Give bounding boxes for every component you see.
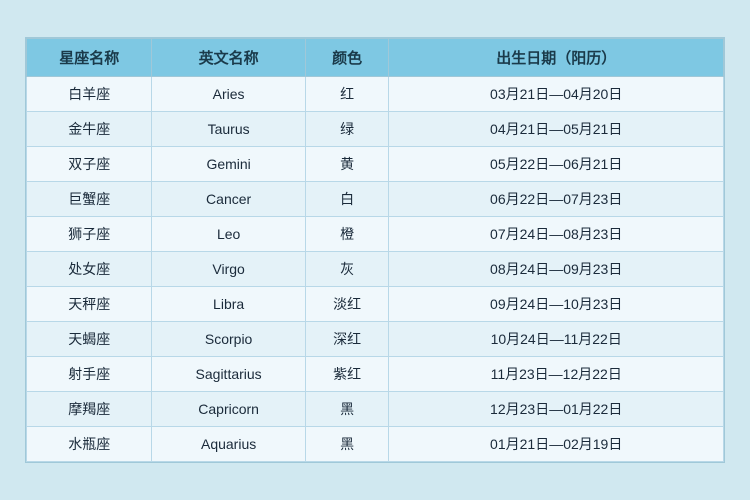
- cell-color: 淡红: [305, 287, 389, 322]
- header-chinese: 星座名称: [27, 39, 152, 77]
- cell-chinese: 摩羯座: [27, 392, 152, 427]
- table-row: 双子座Gemini黄05月22日—06月21日: [27, 147, 724, 182]
- cell-color: 红: [305, 77, 389, 112]
- cell-chinese: 水瓶座: [27, 427, 152, 462]
- table-row: 巨蟹座Cancer白06月22日—07月23日: [27, 182, 724, 217]
- cell-chinese: 射手座: [27, 357, 152, 392]
- cell-date: 08月24日—09月23日: [389, 252, 724, 287]
- cell-color: 紫红: [305, 357, 389, 392]
- cell-color: 橙: [305, 217, 389, 252]
- table-row: 天蝎座Scorpio深红10月24日—11月22日: [27, 322, 724, 357]
- cell-color: 黑: [305, 392, 389, 427]
- cell-date: 12月23日—01月22日: [389, 392, 724, 427]
- zodiac-table-container: 星座名称 英文名称 颜色 出生日期（阳历） 白羊座Aries红03月21日—04…: [25, 37, 725, 463]
- table-body: 白羊座Aries红03月21日—04月20日金牛座Taurus绿04月21日—0…: [27, 77, 724, 462]
- cell-english: Aquarius: [152, 427, 305, 462]
- cell-color: 深红: [305, 322, 389, 357]
- cell-chinese: 狮子座: [27, 217, 152, 252]
- cell-chinese: 处女座: [27, 252, 152, 287]
- cell-chinese: 白羊座: [27, 77, 152, 112]
- cell-date: 11月23日—12月22日: [389, 357, 724, 392]
- table-header-row: 星座名称 英文名称 颜色 出生日期（阳历）: [27, 39, 724, 77]
- cell-english: Virgo: [152, 252, 305, 287]
- table-row: 金牛座Taurus绿04月21日—05月21日: [27, 112, 724, 147]
- cell-date: 09月24日—10月23日: [389, 287, 724, 322]
- cell-english: Aries: [152, 77, 305, 112]
- zodiac-table: 星座名称 英文名称 颜色 出生日期（阳历） 白羊座Aries红03月21日—04…: [26, 38, 724, 462]
- cell-english: Libra: [152, 287, 305, 322]
- cell-english: Leo: [152, 217, 305, 252]
- cell-english: Taurus: [152, 112, 305, 147]
- cell-english: Scorpio: [152, 322, 305, 357]
- cell-chinese: 天蝎座: [27, 322, 152, 357]
- cell-date: 03月21日—04月20日: [389, 77, 724, 112]
- cell-date: 06月22日—07月23日: [389, 182, 724, 217]
- cell-english: Capricorn: [152, 392, 305, 427]
- cell-english: Gemini: [152, 147, 305, 182]
- cell-color: 绿: [305, 112, 389, 147]
- cell-chinese: 金牛座: [27, 112, 152, 147]
- cell-chinese: 巨蟹座: [27, 182, 152, 217]
- cell-date: 05月22日—06月21日: [389, 147, 724, 182]
- cell-chinese: 双子座: [27, 147, 152, 182]
- table-row: 狮子座Leo橙07月24日—08月23日: [27, 217, 724, 252]
- cell-color: 黄: [305, 147, 389, 182]
- table-row: 水瓶座Aquarius黑01月21日—02月19日: [27, 427, 724, 462]
- cell-date: 01月21日—02月19日: [389, 427, 724, 462]
- table-row: 处女座Virgo灰08月24日—09月23日: [27, 252, 724, 287]
- cell-date: 04月21日—05月21日: [389, 112, 724, 147]
- table-row: 摩羯座Capricorn黑12月23日—01月22日: [27, 392, 724, 427]
- cell-date: 10月24日—11月22日: [389, 322, 724, 357]
- cell-color: 灰: [305, 252, 389, 287]
- cell-color: 黑: [305, 427, 389, 462]
- header-date: 出生日期（阳历）: [389, 39, 724, 77]
- cell-english: Sagittarius: [152, 357, 305, 392]
- cell-chinese: 天秤座: [27, 287, 152, 322]
- table-row: 白羊座Aries红03月21日—04月20日: [27, 77, 724, 112]
- cell-date: 07月24日—08月23日: [389, 217, 724, 252]
- header-color: 颜色: [305, 39, 389, 77]
- cell-english: Cancer: [152, 182, 305, 217]
- table-row: 射手座Sagittarius紫红11月23日—12月22日: [27, 357, 724, 392]
- header-english: 英文名称: [152, 39, 305, 77]
- cell-color: 白: [305, 182, 389, 217]
- table-row: 天秤座Libra淡红09月24日—10月23日: [27, 287, 724, 322]
